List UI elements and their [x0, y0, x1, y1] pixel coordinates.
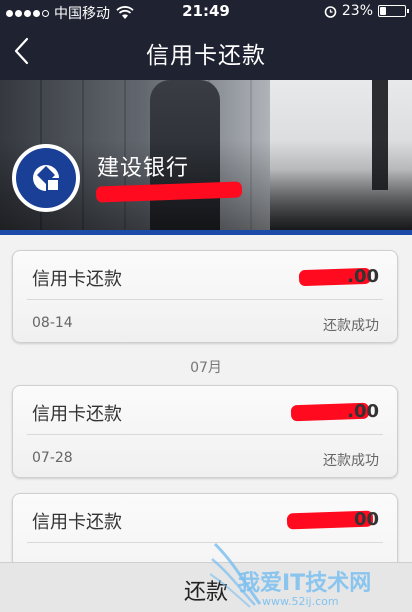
page-title: 信用卡还款 [146, 43, 266, 69]
bank-name: 建设银行 [97, 156, 190, 181]
record-status: 还款成功 [323, 318, 379, 334]
battery-icon [378, 5, 409, 17]
bottom-bar: 还款 [0, 562, 412, 612]
banner-divider [0, 230, 412, 235]
ccb-logo [12, 144, 80, 212]
status-bar: 中国移动 21:49 23% [0, 0, 412, 22]
record-date: 08-14 [32, 315, 73, 331]
record-title: 信用卡还款 [32, 404, 122, 425]
record-amount: 00 [353, 509, 379, 530]
nav-bar: 信用卡还款 [0, 22, 412, 80]
record-date: 07-28 [32, 450, 73, 466]
record-amount: .00 [347, 401, 379, 422]
repayment-record-card[interactable]: 信用卡还款 .00 07-28 还款成功 [12, 385, 398, 478]
status-right: 23% [324, 3, 409, 19]
month-header: 07月 [190, 360, 222, 376]
record-amount: .00 [347, 266, 379, 287]
ccb-logo-icon [16, 148, 76, 208]
record-status: 还款成功 [323, 453, 379, 469]
card-divider [27, 299, 383, 300]
alarm-icon [324, 5, 337, 18]
record-title: 信用卡还款 [32, 269, 122, 290]
repayment-record-card[interactable]: 信用卡还款 .00 08-14 还款成功 [12, 250, 398, 343]
battery-percent: 23% [341, 3, 373, 19]
card-divider [27, 542, 383, 543]
card-divider [27, 434, 383, 435]
battery-fill [380, 7, 386, 15]
record-title: 信用卡还款 [32, 512, 122, 533]
repay-button[interactable]: 还款 [0, 574, 412, 606]
bank-banner: 建设银行 [0, 80, 412, 230]
